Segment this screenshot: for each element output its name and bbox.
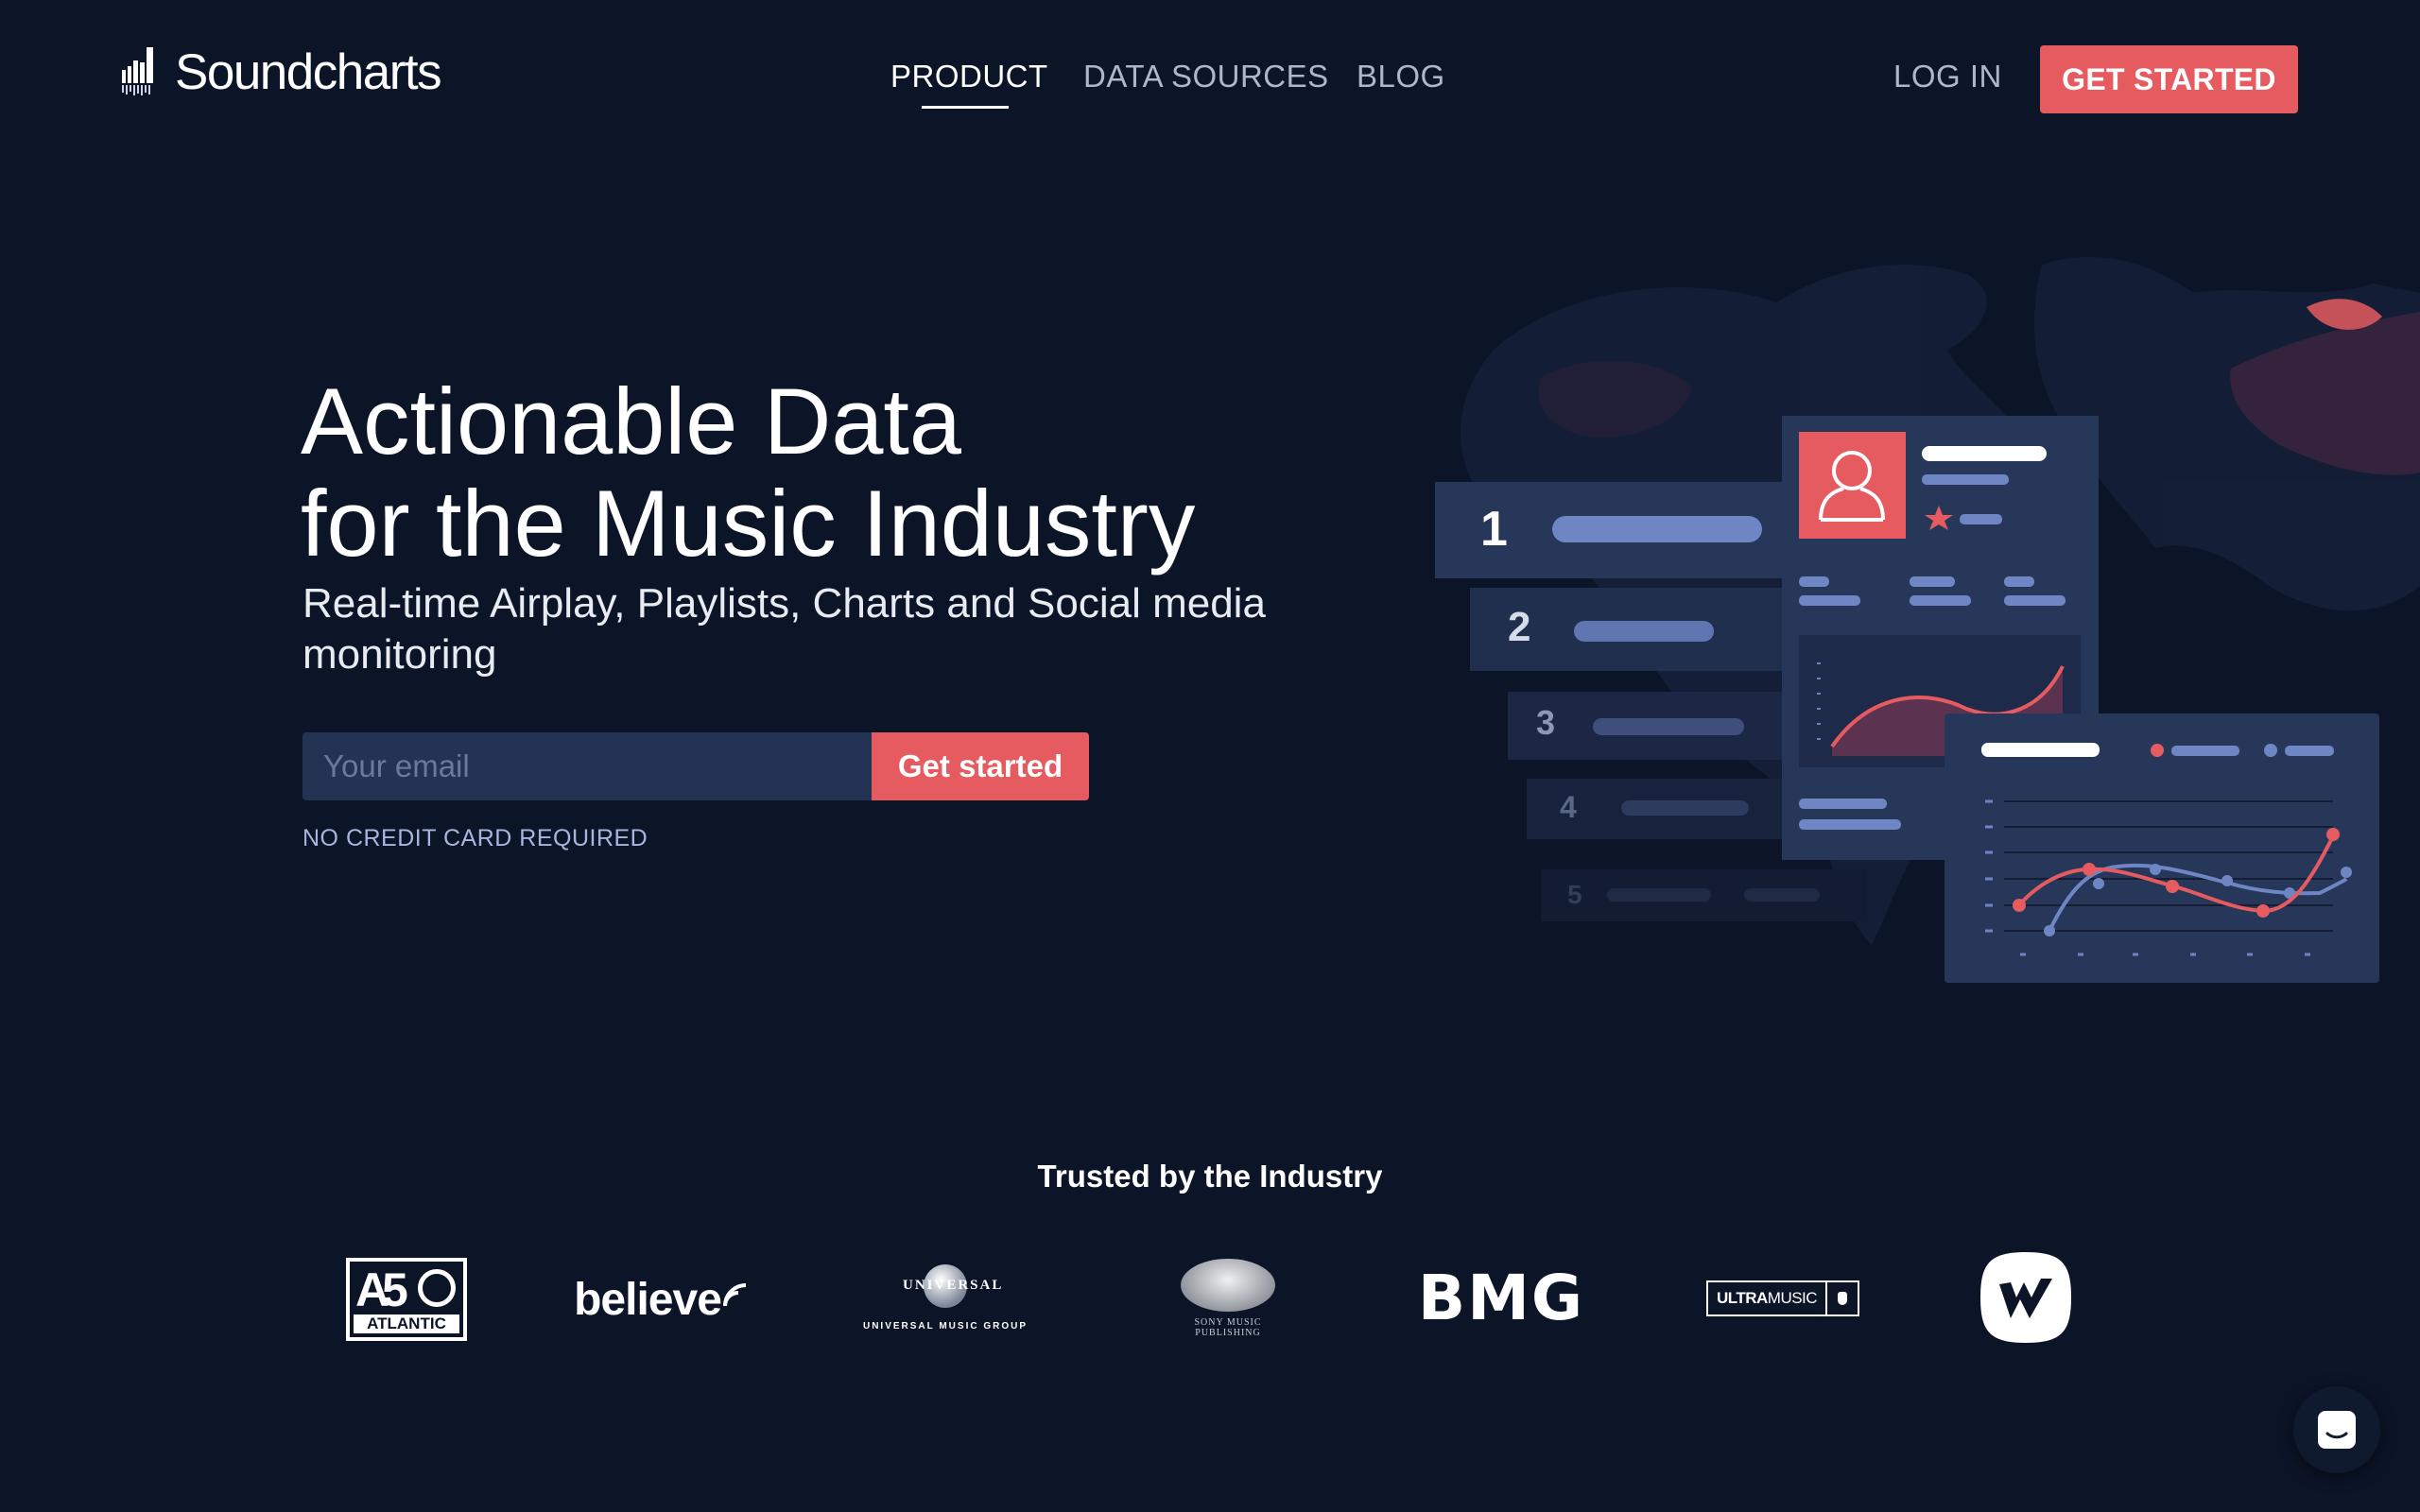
ultra-logo-text-bold: ULTRA	[1716, 1289, 1768, 1307]
warner-music-logo	[1978, 1249, 2074, 1346]
universal-logo-text: UNIVERSAL	[903, 1277, 1004, 1293]
believe-wave-icon	[722, 1283, 747, 1307]
trend-chart-card	[1945, 713, 2379, 983]
hero-title: Actionable Data for the Music Industry	[301, 370, 1435, 575]
universal-logo-subtext: UNIVERSAL MUSIC GROUP	[862, 1320, 1028, 1332]
get-started-header-button[interactable]: GET STARTED	[2040, 45, 2298, 113]
chat-widget-button[interactable]	[2293, 1386, 2380, 1473]
believe-logo-text: believe	[574, 1274, 722, 1325]
login-link[interactable]: LOG IN	[1893, 59, 2002, 94]
rank-number: 5	[1567, 880, 1582, 909]
sony-logo-text-1: SONY MUSIC	[1194, 1317, 1262, 1328]
rank-number: 4	[1560, 790, 1577, 824]
atlantic-logo: A 5 ATLANTIC	[344, 1255, 469, 1344]
no-credit-card-note: NO CREDIT CARD REQUIRED	[302, 825, 648, 851]
sony-logo-text-2: PUBLISHING	[1195, 1328, 1261, 1338]
universal-music-group-logo: UNIVERSAL UNIVERSAL MUSIC GROUP	[851, 1257, 1040, 1338]
rank-number: 3	[1536, 703, 1555, 742]
chat-icon	[2318, 1411, 2356, 1449]
believe-logo: believe	[573, 1269, 752, 1330]
sony-emblem-icon	[1181, 1259, 1275, 1312]
bmg-logo: BMG	[1407, 1261, 1596, 1334]
hero-illustration: 1 2 3 4 5	[1435, 256, 2420, 983]
sony-music-publishing-logo: SONY MUSIC PUBLISHING	[1176, 1255, 1280, 1342]
rank-number: 2	[1508, 604, 1530, 650]
nav-item-product[interactable]: PRODUCT	[890, 59, 1048, 94]
hero-title-line-1: Actionable Data	[301, 369, 961, 473]
hero-subtitle: Real-time Airplay, Playlists, Charts and…	[302, 580, 1266, 678]
ultra-logo-text-light: MUSIC	[1767, 1289, 1818, 1307]
ultra-music-logo: ULTRAMUSIC	[1705, 1280, 1860, 1317]
atlantic-logo-text: ATLANTIC	[354, 1314, 459, 1333]
rank-number: 1	[1480, 502, 1508, 557]
atlantic-swirl-icon	[418, 1269, 456, 1307]
nav-active-indicator	[922, 106, 1009, 109]
nav-item-data-sources[interactable]: DATA SOURCES	[1083, 59, 1329, 94]
get-started-hero-button[interactable]: Get started	[872, 732, 1089, 800]
nav-item-blog[interactable]: BLOG	[1357, 59, 1445, 94]
ultra-hand-icon	[1827, 1292, 1858, 1305]
bmg-logo-text: BMG	[1417, 1261, 1585, 1334]
trusted-heading: Trusted by the Industry	[1037, 1159, 1383, 1194]
email-input[interactable]	[302, 732, 873, 800]
hero-title-line-2: for the Music Industry	[301, 471, 1196, 576]
